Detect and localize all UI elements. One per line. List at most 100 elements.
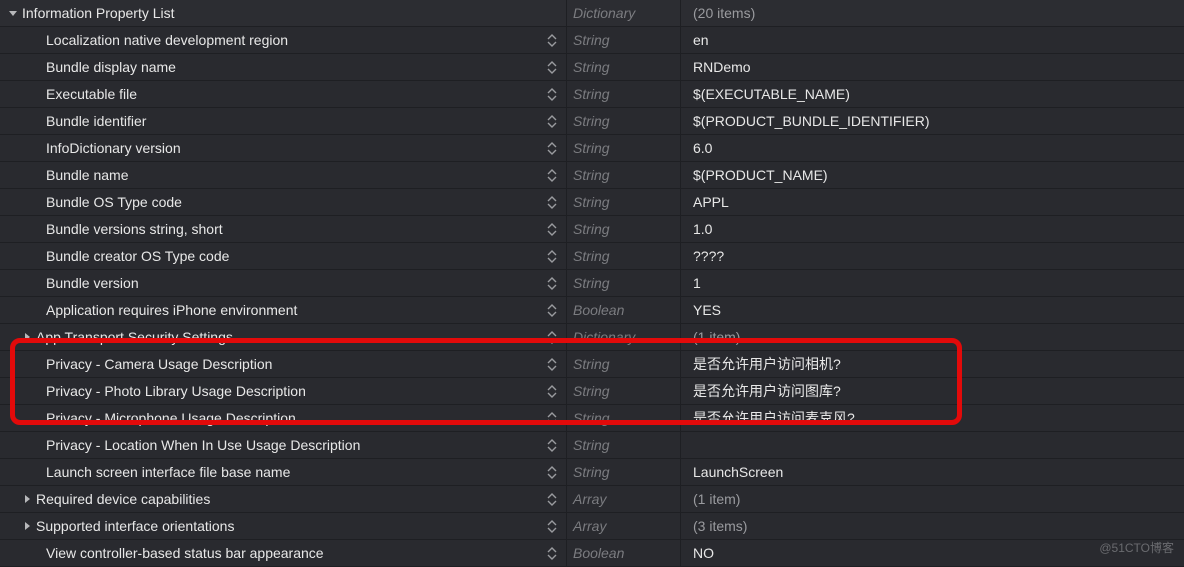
plist-row[interactable]: Bundle OS Type codeStringAPPL — [0, 189, 1184, 216]
plist-row[interactable]: Privacy - Microphone Usage DescriptionSt… — [0, 405, 1184, 432]
key-cell[interactable]: Privacy - Photo Library Usage Descriptio… — [0, 378, 566, 404]
key-popup-stepper-icon[interactable] — [546, 86, 558, 102]
key-popup-stepper-icon[interactable] — [546, 329, 558, 345]
key-cell[interactable]: View controller-based status bar appeara… — [0, 540, 566, 566]
plist-row[interactable]: Bundle creator OS Type codeString???? — [0, 243, 1184, 270]
key-cell[interactable]: Information Property List — [0, 0, 566, 26]
value-cell[interactable]: 6.0 — [680, 135, 1184, 161]
value-cell[interactable]: 1.0 — [680, 216, 1184, 242]
type-cell[interactable]: String — [566, 189, 680, 215]
type-cell[interactable]: String — [566, 405, 680, 431]
plist-row[interactable]: Privacy - Photo Library Usage Descriptio… — [0, 378, 1184, 405]
value-cell[interactable]: (1 item) — [680, 486, 1184, 512]
key-popup-stepper-icon[interactable] — [546, 167, 558, 183]
plist-row[interactable]: InfoDictionary versionString6.0 — [0, 135, 1184, 162]
type-cell[interactable]: String — [566, 135, 680, 161]
value-cell[interactable]: (1 item) — [680, 324, 1184, 350]
value-cell[interactable]: RNDemo — [680, 54, 1184, 80]
plist-row[interactable]: Bundle identifierString$(PRODUCT_BUNDLE_… — [0, 108, 1184, 135]
plist-row[interactable]: Application requires iPhone environmentB… — [0, 297, 1184, 324]
value-cell[interactable]: YES — [680, 297, 1184, 323]
type-cell[interactable]: String — [566, 27, 680, 53]
key-cell[interactable]: Privacy - Camera Usage Description — [0, 351, 566, 377]
value-cell[interactable]: (20 items) — [680, 0, 1184, 26]
value-cell[interactable]: LaunchScreen — [680, 459, 1184, 485]
type-cell[interactable]: Array — [566, 513, 680, 539]
key-popup-stepper-icon[interactable] — [546, 302, 558, 318]
key-popup-stepper-icon[interactable] — [546, 140, 558, 156]
plist-row[interactable]: Launch screen interface file base nameSt… — [0, 459, 1184, 486]
key-cell[interactable]: Privacy - Microphone Usage Description — [0, 405, 566, 431]
type-cell[interactable]: Dictionary — [566, 0, 680, 26]
key-popup-stepper-icon[interactable] — [546, 248, 558, 264]
type-cell[interactable]: String — [566, 81, 680, 107]
type-cell[interactable]: Boolean — [566, 297, 680, 323]
key-popup-stepper-icon[interactable] — [546, 410, 558, 426]
plist-row[interactable]: Bundle versions string, shortString1.0 — [0, 216, 1184, 243]
value-cell[interactable]: 是否允许用户访问麦克风? — [680, 405, 1184, 431]
disclosure-triangle-right-icon[interactable] — [20, 521, 34, 531]
key-popup-stepper-icon[interactable] — [546, 545, 558, 561]
key-cell[interactable]: App Transport Security Settings — [0, 324, 566, 350]
plist-row[interactable]: Privacy - Camera Usage DescriptionString… — [0, 351, 1184, 378]
value-cell[interactable]: APPL — [680, 189, 1184, 215]
key-popup-stepper-icon[interactable] — [546, 437, 558, 453]
value-cell[interactable]: $(PRODUCT_BUNDLE_IDENTIFIER) — [680, 108, 1184, 134]
value-cell[interactable]: 是否允许用户访问图库? — [680, 378, 1184, 404]
type-cell[interactable]: String — [566, 162, 680, 188]
key-cell[interactable]: Bundle name — [0, 162, 566, 188]
value-cell[interactable]: en — [680, 27, 1184, 53]
plist-row[interactable]: Supported interface orientationsArray(3 … — [0, 513, 1184, 540]
type-cell[interactable]: String — [566, 378, 680, 404]
type-cell[interactable]: String — [566, 432, 680, 458]
key-cell[interactable]: Localization native development region — [0, 27, 566, 53]
key-popup-stepper-icon[interactable] — [546, 518, 558, 534]
type-cell[interactable]: Array — [566, 486, 680, 512]
type-cell[interactable]: String — [566, 54, 680, 80]
key-cell[interactable]: Bundle identifier — [0, 108, 566, 134]
type-cell[interactable]: String — [566, 216, 680, 242]
value-cell[interactable] — [680, 432, 1184, 458]
value-cell[interactable]: ???? — [680, 243, 1184, 269]
type-cell[interactable]: Boolean — [566, 540, 680, 566]
value-cell[interactable]: (3 items) — [680, 513, 1184, 539]
key-popup-stepper-icon[interactable] — [546, 32, 558, 48]
disclosure-triangle-down-icon[interactable] — [6, 8, 20, 18]
key-popup-stepper-icon[interactable] — [546, 113, 558, 129]
key-cell[interactable]: Required device capabilities — [0, 486, 566, 512]
plist-row[interactable]: Bundle versionString1 — [0, 270, 1184, 297]
key-cell[interactable]: Bundle display name — [0, 54, 566, 80]
value-cell[interactable]: 1 — [680, 270, 1184, 296]
key-popup-stepper-icon[interactable] — [546, 383, 558, 399]
plist-row[interactable]: Executable fileString$(EXECUTABLE_NAME) — [0, 81, 1184, 108]
value-cell[interactable]: $(EXECUTABLE_NAME) — [680, 81, 1184, 107]
plist-row[interactable]: Localization native development regionSt… — [0, 27, 1184, 54]
plist-row[interactable]: App Transport Security SettingsDictionar… — [0, 324, 1184, 351]
key-popup-stepper-icon[interactable] — [546, 356, 558, 372]
key-cell[interactable]: Bundle creator OS Type code — [0, 243, 566, 269]
key-cell[interactable]: Launch screen interface file base name — [0, 459, 566, 485]
disclosure-triangle-right-icon[interactable] — [20, 332, 34, 342]
key-popup-stepper-icon[interactable] — [546, 221, 558, 237]
key-cell[interactable]: Privacy - Location When In Use Usage Des… — [0, 432, 566, 458]
plist-row[interactable]: Privacy - Location When In Use Usage Des… — [0, 432, 1184, 459]
key-cell[interactable]: Bundle OS Type code — [0, 189, 566, 215]
type-cell[interactable]: String — [566, 243, 680, 269]
disclosure-triangle-right-icon[interactable] — [20, 494, 34, 504]
key-cell[interactable]: Executable file — [0, 81, 566, 107]
plist-row[interactable]: Bundle display nameStringRNDemo — [0, 54, 1184, 81]
key-cell[interactable]: InfoDictionary version — [0, 135, 566, 161]
plist-row[interactable]: Required device capabilitiesArray(1 item… — [0, 486, 1184, 513]
plist-row[interactable]: View controller-based status bar appeara… — [0, 540, 1184, 567]
key-popup-stepper-icon[interactable] — [546, 275, 558, 291]
key-cell[interactable]: Bundle version — [0, 270, 566, 296]
type-cell[interactable]: String — [566, 270, 680, 296]
value-cell[interactable]: $(PRODUCT_NAME) — [680, 162, 1184, 188]
type-cell[interactable]: String — [566, 108, 680, 134]
key-popup-stepper-icon[interactable] — [546, 464, 558, 480]
key-popup-stepper-icon[interactable] — [546, 59, 558, 75]
type-cell[interactable]: String — [566, 351, 680, 377]
key-cell[interactable]: Bundle versions string, short — [0, 216, 566, 242]
key-popup-stepper-icon[interactable] — [546, 194, 558, 210]
value-cell[interactable]: 是否允许用户访问相机? — [680, 351, 1184, 377]
